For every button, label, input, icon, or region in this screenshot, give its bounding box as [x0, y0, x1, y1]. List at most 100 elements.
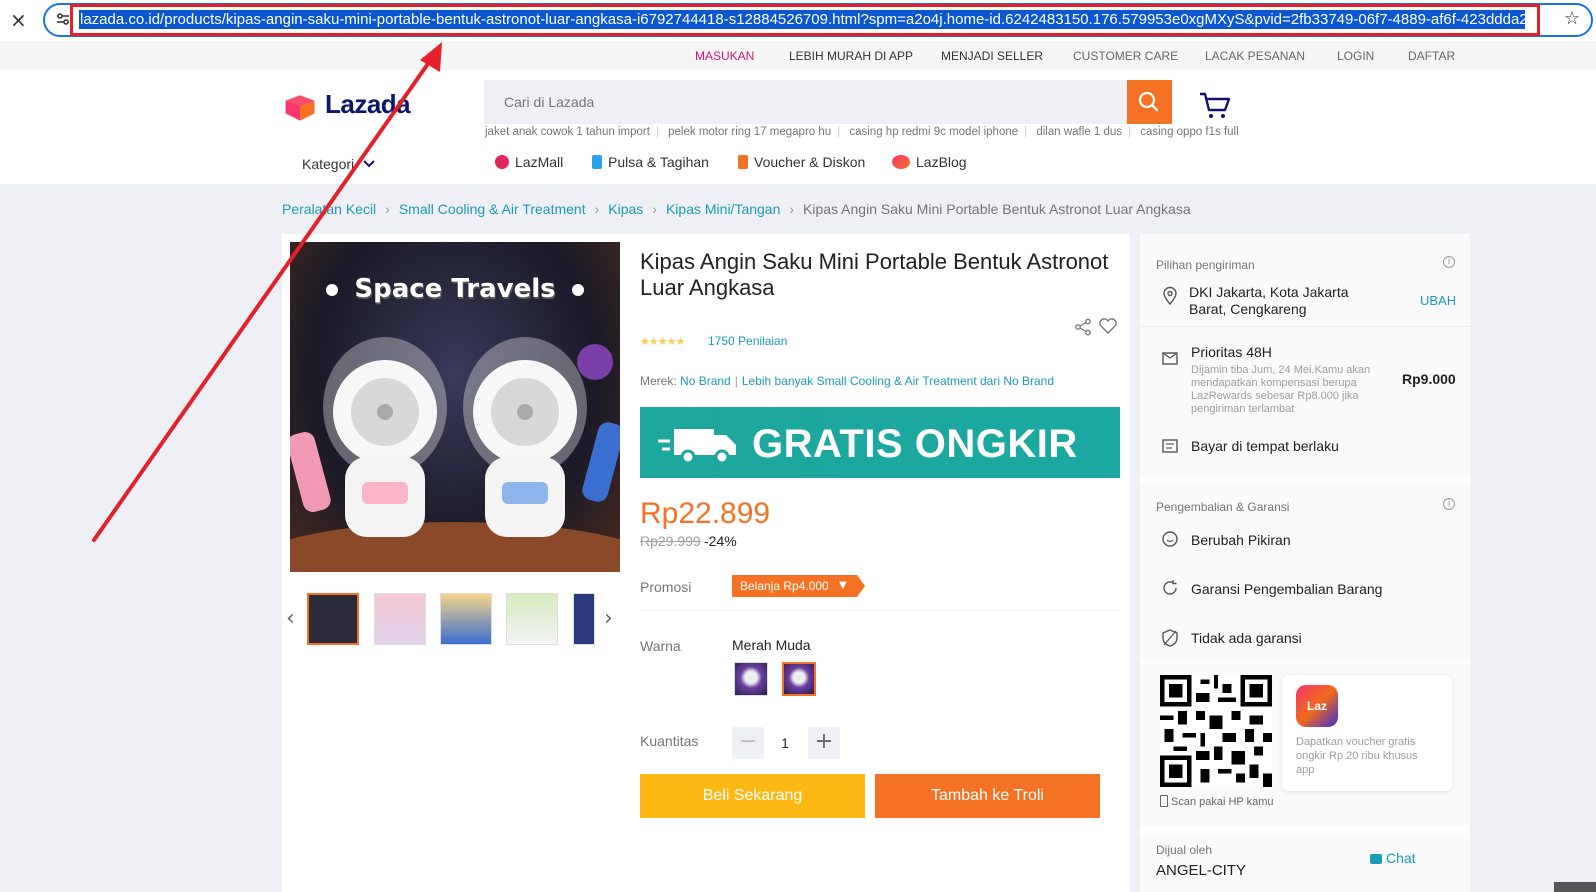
seller-name[interactable]: ANGEL-CITY [1156, 862, 1246, 879]
cod-text: Bayar di tempat berlaku [1191, 438, 1339, 454]
app-promo-text: Dapatkan voucher gratis ongkir Rp 20 rib… [1296, 736, 1418, 776]
info-icon[interactable]: i [1443, 256, 1455, 268]
kategori-dropdown[interactable]: Kategori [302, 156, 376, 172]
suggestion-link[interactable]: dilan wafle 1 dus [1036, 126, 1122, 138]
lebih-murah-link[interactable]: LEBIH MURAH DI APP [789, 49, 913, 63]
delivery-panel [1140, 234, 1470, 892]
app-promo-card[interactable]: Laz Dapatkan voucher gratis ongkir Rp 20… [1282, 675, 1452, 791]
lazada-logo-icon[interactable] [282, 92, 318, 124]
return-change-mind: Berubah Pikiran [1191, 532, 1291, 548]
heart-icon[interactable] [1098, 317, 1118, 335]
chat-label: Chat [1386, 850, 1416, 866]
return-guarantee: Garansi Pengembalian Barang [1191, 581, 1383, 597]
thumb-prev-arrow[interactable]: ‹ [286, 606, 295, 631]
search-input[interactable] [484, 80, 1141, 124]
quantity-decrease-button[interactable]: − [732, 727, 764, 759]
lazmall-icon [495, 155, 509, 169]
nav-lazblog-label: LazBlog [916, 154, 967, 170]
priority-shipping-desc: Dijamin tiba Jum, 24 Mei.Kamu akan menda… [1191, 364, 1371, 415]
chat-icon [1370, 854, 1382, 864]
section-separator [1140, 476, 1470, 484]
voucher-icon [738, 155, 748, 169]
qr-code-icon [1160, 675, 1272, 787]
location-pin-icon [1163, 286, 1177, 306]
breadcrumb-separator: › [652, 201, 657, 217]
suggestion-link[interactable]: pelek motor ring 17 megapro hu [668, 126, 831, 138]
info-icon[interactable]: i [1443, 498, 1455, 510]
bookmark-star-icon[interactable]: ☆ [1564, 8, 1580, 29]
image-caption: Space Travels [354, 274, 556, 304]
chevron-down-icon [363, 160, 375, 168]
section-separator [1140, 826, 1470, 834]
breadcrumb-separator: › [385, 201, 390, 217]
promo-tag[interactable]: Belanja Rp4.000 ▼ [732, 575, 865, 597]
returns-heading: Pengembalian & Garansi [1156, 500, 1290, 514]
thumbnail-image[interactable] [307, 593, 359, 645]
login-link[interactable]: LOGIN [1337, 49, 1374, 63]
top-links-bar: MASUKAN LEBIH MURAH DI APP MENJADI SELLE… [0, 41, 1596, 70]
thumbnail-image[interactable] [374, 593, 426, 645]
breadcrumb-link[interactable]: Small Cooling & Air Treatment [399, 201, 586, 217]
product-title: Kipas Angin Saku Mini Portable Bentuk As… [640, 249, 1109, 300]
breadcrumb-link[interactable]: Kipas [608, 201, 643, 217]
breadcrumb-link[interactable]: Kipas Mini/Tangan [666, 201, 780, 217]
thumbnail-image[interactable] [573, 593, 595, 645]
return-guarantee-icon [1163, 580, 1177, 595]
quantity-value[interactable]: 1 [774, 735, 796, 751]
buy-now-button[interactable]: Beli Sekarang [640, 774, 865, 818]
suggestion-link[interactable]: casing oppo f1s full [1140, 126, 1238, 138]
chat-button[interactable]: Chat [1370, 850, 1416, 866]
breadcrumb-link[interactable]: Peralatan Kecil [282, 201, 376, 217]
scan-text: Scan pakai HP kamu [1171, 796, 1274, 808]
suggestion-link[interactable]: casing hp redmi 9c model iphone [849, 126, 1018, 138]
delivery-heading: Pilihan pengiriman [1156, 258, 1255, 272]
thumbnail-image[interactable] [440, 593, 492, 645]
search-box [484, 80, 1141, 124]
caret-down-icon: ▼ [839, 580, 847, 591]
shipping-price: Rp9.000 [1402, 371, 1456, 387]
priority-shipping-title: Prioritas 48H [1191, 344, 1272, 360]
lazblog-icon [892, 155, 910, 169]
more-from-brand-link[interactable]: Lebih banyak Small Cooling & Air Treatme… [742, 374, 1054, 388]
close-icon[interactable]: × [10, 9, 27, 31]
color-swatch-selected[interactable] [782, 662, 816, 696]
breadcrumb-current: Kipas Angin Saku Mini Portable Bentuk As… [803, 201, 1191, 217]
thumb-next-arrow[interactable]: › [604, 606, 613, 631]
no-warranty-icon [1162, 629, 1178, 647]
search-button[interactable] [1127, 80, 1172, 124]
divider [640, 610, 1120, 611]
thumbnail-image[interactable] [506, 593, 558, 645]
change-location-link[interactable]: UBAH [1420, 293, 1456, 308]
banner-text: GRATIS ONGKIR [752, 422, 1078, 466]
customer-care-link[interactable]: CUSTOMER CARE [1073, 49, 1178, 63]
lacak-pesanan-link[interactable]: LACAK PESANAN [1205, 49, 1305, 63]
suggestion-link[interactable]: jaket anak cowok 1 tahun import [485, 126, 650, 138]
nav-lazblog[interactable]: LazBlog [892, 154, 967, 170]
kategori-label: Kategori [302, 156, 355, 172]
quantity-label: Kuantitas [640, 733, 699, 749]
change-mind-icon [1162, 531, 1178, 547]
phone-icon [1160, 795, 1168, 807]
cash-on-delivery-icon [1162, 439, 1178, 453]
brand-link[interactable]: No Brand [680, 374, 731, 388]
color-swatch[interactable] [734, 662, 768, 696]
brand-label: Merek: [640, 374, 677, 388]
no-warranty: Tidak ada garansi [1191, 630, 1302, 646]
quantity-increase-button[interactable]: + [808, 727, 840, 759]
daftar-link[interactable]: DAFTAR [1408, 49, 1455, 63]
rating-stars-icon: ★★★★★ [640, 335, 685, 348]
nav-lazmall[interactable]: LazMall [495, 154, 563, 170]
product-main-image[interactable]: Space Travels [290, 242, 620, 572]
rating-count-link[interactable]: 1750 Penilaian [708, 334, 787, 348]
nav-voucher[interactable]: Voucher & Diskon [738, 154, 865, 170]
logo-text[interactable]: Lazada [325, 89, 411, 120]
site-settings-icon[interactable] [55, 11, 71, 27]
add-to-cart-button[interactable]: Tambah ke Troli [875, 774, 1100, 818]
browser-address-bar: × lazada.co.id/products/kipas-angin-saku… [0, 0, 1596, 41]
nav-pulsa[interactable]: Pulsa & Tagihan [592, 154, 709, 170]
share-icon[interactable] [1074, 318, 1092, 336]
menjadi-seller-link[interactable]: MENJADI SELLER [941, 49, 1043, 63]
cart-icon[interactable] [1198, 90, 1232, 120]
nav-lazmall-label: LazMall [515, 154, 564, 170]
masukan-link[interactable]: MASUKAN [695, 49, 754, 63]
